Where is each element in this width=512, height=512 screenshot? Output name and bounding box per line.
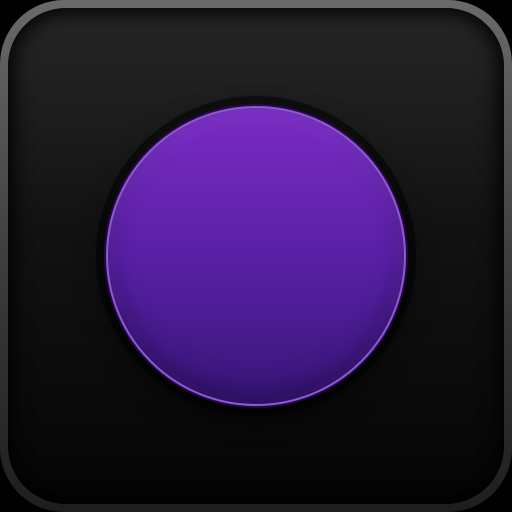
purple-circle-button-icon[interactable] [106,106,406,406]
